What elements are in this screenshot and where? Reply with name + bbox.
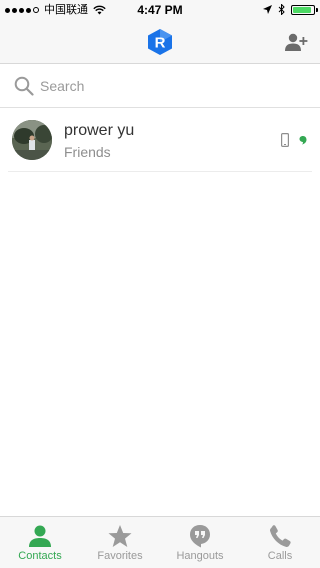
tab-label-calls: Calls — [267, 550, 293, 562]
tab-hangouts[interactable]: Hangouts — [160, 517, 240, 568]
status-right — [263, 4, 318, 15]
tab-label-favorites: Favorites — [97, 550, 143, 562]
bluetooth-icon — [278, 4, 285, 15]
add-contact-icon[interactable] — [284, 32, 308, 52]
search-icon — [14, 76, 34, 96]
quote-bubble-icon — [190, 525, 210, 548]
search-bar — [0, 64, 320, 108]
search-input[interactable] — [40, 76, 300, 96]
contact-name: prower yu — [64, 122, 135, 139]
tab-calls[interactable]: Calls — [240, 517, 320, 568]
app-logo-icon: R — [148, 29, 172, 55]
person-icon — [29, 525, 51, 547]
contact-list-item[interactable]: prower yu Friends — [8, 112, 312, 172]
tab-contacts[interactable]: Contacts — [0, 517, 80, 568]
online-status-icon — [299, 136, 307, 145]
tab-label-hangouts: Hangouts — [176, 550, 224, 562]
status-bar: 中国联通 4:47 PM — [0, 0, 320, 20]
phone-icon — [281, 133, 289, 147]
location-arrow-icon — [263, 5, 272, 14]
tab-label-contacts: Contacts — [18, 550, 62, 562]
nav-bar: R — [0, 20, 320, 64]
tab-favorites[interactable]: Favorites — [80, 517, 160, 568]
phone-handset-icon — [270, 525, 291, 547]
star-icon — [108, 525, 132, 547]
avatar — [12, 120, 52, 160]
battery-icon — [291, 4, 318, 15]
logo-letter: R — [155, 35, 166, 52]
tab-bar: Contacts Favorites Hangouts Calls — [0, 516, 320, 568]
contact-group: Friends — [64, 144, 111, 160]
